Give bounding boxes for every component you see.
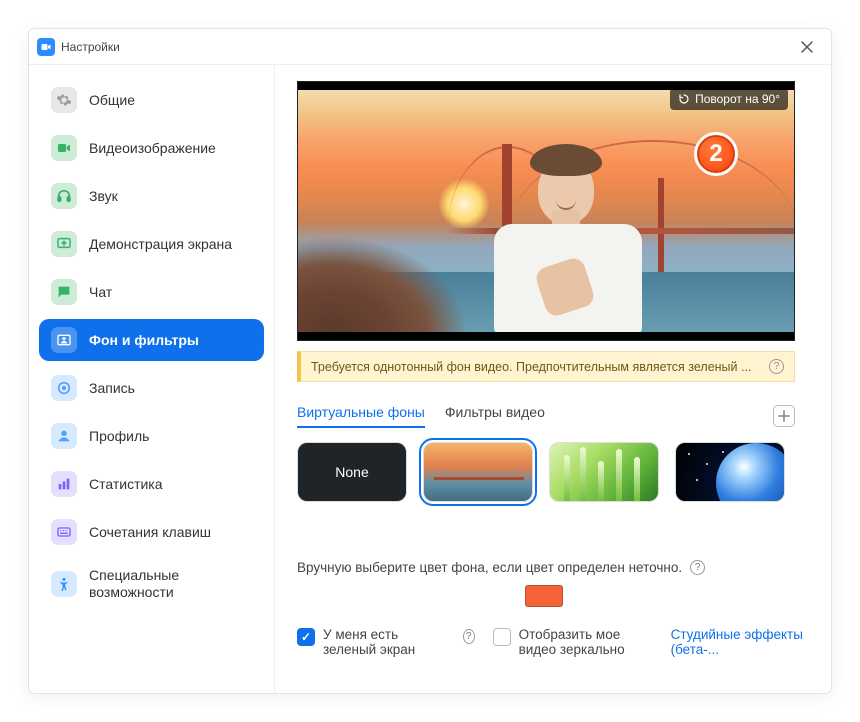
add-background-button[interactable] <box>773 405 795 427</box>
rotate-label: Поворот на 90° <box>695 92 780 106</box>
sidebar-item-share-screen[interactable]: Демонстрация экрана <box>39 223 264 265</box>
rotate-icon <box>678 93 690 105</box>
warning-text: Требуется однотонный фон видео. Предпочт… <box>311 360 751 374</box>
rotate-button[interactable]: Поворот на 90° <box>670 88 788 110</box>
accessibility-icon <box>51 571 77 597</box>
checkbox-green-screen-label: У меня есть зеленый экран <box>323 627 445 657</box>
sidebar-item-label: Фон и фильтры <box>89 332 199 349</box>
sidebar-item-label: Демонстрация экрана <box>89 236 232 253</box>
titlebar: Настройки <box>29 29 831 65</box>
record-icon <box>51 375 77 401</box>
profile-icon <box>51 423 77 449</box>
sidebar-item-label: Видеоизображение <box>89 140 216 157</box>
sidebar-item-video[interactable]: Видеоизображение <box>39 127 264 169</box>
sidebar-item-chat[interactable]: Чат <box>39 271 264 313</box>
share-screen-icon <box>51 231 77 257</box>
sidebar-item-recording[interactable]: Запись <box>39 367 264 409</box>
manual-color-label: Вручную выберите цвет фона, если цвет оп… <box>297 560 682 575</box>
sidebar-item-label: Статистика <box>89 476 163 493</box>
close-button[interactable] <box>793 33 821 61</box>
keyboard-icon <box>51 519 77 545</box>
gear-icon <box>51 87 77 113</box>
bg-thumb-golden-gate[interactable] <box>423 442 533 502</box>
sidebar-item-audio[interactable]: Звук <box>39 175 264 217</box>
tab-video-filters[interactable]: Фильтры видео <box>445 404 545 428</box>
app-icon <box>37 38 55 56</box>
bg-thumb-earth[interactable] <box>675 442 785 502</box>
sidebar-item-label: Запись <box>89 380 135 397</box>
sidebar-item-shortcuts[interactable]: Сочетания клавиш <box>39 511 264 553</box>
checkbox-mirror-label: Отобразить мое видео зеркально <box>519 627 653 657</box>
sidebar-item-label: Специальные возможности <box>89 567 252 601</box>
preview-person <box>486 112 646 334</box>
sidebar-item-accessibility[interactable]: Специальные возможности <box>39 559 264 609</box>
warning-banner: Требуется однотонный фон видео. Предпочт… <box>297 351 795 382</box>
tabs: Виртуальные фоны Фильтры видео <box>297 404 795 428</box>
manual-color-section: Вручную выберите цвет фона, если цвет оп… <box>297 560 809 657</box>
help-icon[interactable]: ? <box>463 629 475 644</box>
sidebar-item-label: Сочетания клавиш <box>89 524 211 541</box>
window-title: Настройки <box>61 40 120 54</box>
sidebar-item-general[interactable]: Общие <box>39 79 264 121</box>
checkbox-mirror[interactable] <box>493 628 511 646</box>
video-preview: Поворот на 90° 2 <box>297 81 795 341</box>
tab-virtual-backgrounds[interactable]: Виртуальные фоны <box>297 404 425 428</box>
sidebar-item-label: Чат <box>89 284 112 301</box>
chat-icon <box>51 279 77 305</box>
sidebar-item-label: Общие <box>89 92 135 109</box>
headphones-icon <box>51 183 77 209</box>
checkbox-green-screen[interactable] <box>297 628 315 646</box>
help-icon[interactable]: ? <box>690 560 705 575</box>
sidebar: Общие Видеоизображение Звук Демонстрация… <box>29 65 275 693</box>
color-swatch[interactable] <box>525 585 563 607</box>
bg-thumb-none-label: None <box>335 464 368 480</box>
close-icon <box>801 41 813 53</box>
sidebar-item-background-filters[interactable]: Фон и фильтры <box>39 319 264 361</box>
annotation-badge: 2 <box>694 132 738 176</box>
bg-thumb-grass[interactable] <box>549 442 659 502</box>
bg-thumb-none[interactable]: None <box>297 442 407 502</box>
settings-window: Настройки Общие Видеоизображение <box>28 28 832 694</box>
help-icon[interactable]: ? <box>769 359 784 374</box>
background-icon <box>51 327 77 353</box>
sidebar-item-profile[interactable]: Профиль <box>39 415 264 457</box>
sidebar-item-label: Звук <box>89 188 118 205</box>
video-icon <box>51 135 77 161</box>
sidebar-item-label: Профиль <box>89 428 149 445</box>
background-thumbnails: None <box>297 442 809 502</box>
plus-icon <box>778 410 790 422</box>
stats-icon <box>51 471 77 497</box>
sidebar-item-statistics[interactable]: Статистика <box>39 463 264 505</box>
studio-effects-link[interactable]: Студийные эффекты (бета-... <box>671 627 809 657</box>
main-panel: Поворот на 90° 2 Требуется однотонный фо… <box>275 65 831 693</box>
